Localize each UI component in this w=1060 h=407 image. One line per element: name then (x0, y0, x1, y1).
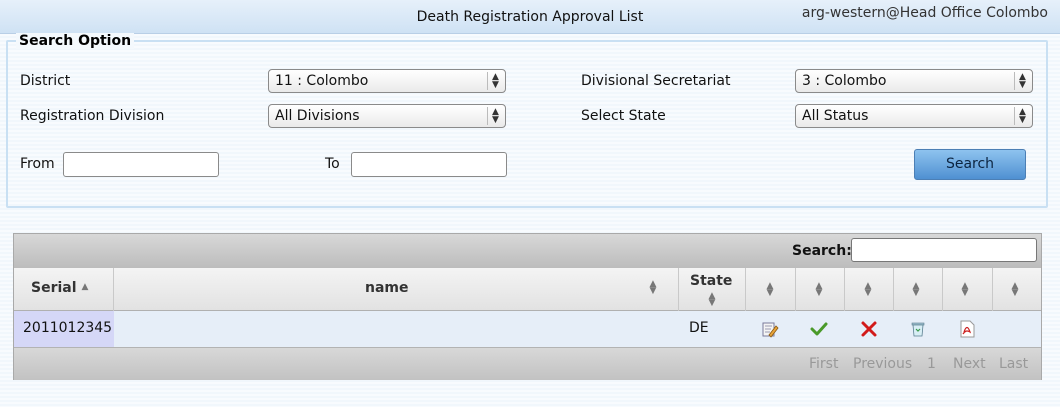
next-page-button[interactable]: Next (953, 356, 986, 372)
division-select-value: All Divisions (275, 108, 360, 124)
column-header-reject[interactable]: ▲ ▼ (845, 268, 894, 311)
table-search-input[interactable] (851, 238, 1037, 262)
table-row[interactable]: 2011012345 DE (14, 311, 1041, 347)
first-page-button[interactable]: First (809, 356, 838, 372)
sort-both-icon: ▲ ▼ (649, 279, 657, 296)
state-value: DE (689, 320, 709, 336)
ds-select[interactable]: 3 : Colombo ▲ ▼ (795, 69, 1033, 93)
district-label: District (20, 73, 71, 89)
page-number-button[interactable]: 1 (927, 356, 936, 372)
state-select-value: All Status (802, 108, 869, 124)
column-header-serial[interactable]: Serial ▲ (14, 268, 114, 311)
state-select[interactable]: All Status ▲ ▼ (795, 104, 1033, 128)
user-info: arg-western@Head Office Colombo (801, 5, 1048, 21)
from-label: From (20, 156, 55, 172)
serial-value: 2011012345 (23, 320, 113, 336)
column-header-edit[interactable]: ▲ ▼ (746, 268, 796, 311)
table-toolbar: Search: (14, 234, 1041, 268)
column-header-state[interactable]: State ▲ ▼ (679, 268, 746, 311)
previous-page-button[interactable]: Previous (853, 356, 912, 372)
title-bar: Death Registration Approval List arg-wes… (0, 0, 1060, 34)
pagination-bar: First Previous 1 Next Last (14, 347, 1041, 380)
sort-both-icon: ▲ ▼ (708, 291, 716, 308)
delete-bin-icon[interactable] (909, 320, 927, 338)
from-date-input[interactable] (63, 152, 219, 177)
cell-serial: 2011012345 (14, 311, 114, 347)
sort-both-icon: ▲ ▼ (864, 281, 872, 298)
approve-check-icon[interactable] (810, 320, 828, 338)
column-header-delete[interactable]: ▲ ▼ (894, 268, 943, 311)
column-header-print[interactable]: ▲ ▼ (943, 268, 993, 311)
column-state-label: State (690, 273, 733, 289)
district-select[interactable]: 11 : Colombo ▲ ▼ (268, 69, 506, 93)
column-serial-label: Serial (31, 280, 77, 296)
state-label: Select State (581, 108, 666, 124)
edit-icon[interactable] (761, 320, 779, 338)
to-date-input[interactable] (351, 152, 507, 177)
sort-both-icon: ▲ ▼ (766, 281, 774, 298)
sort-both-icon: ▲ ▼ (961, 281, 969, 298)
column-name-label: name (365, 280, 409, 296)
division-select[interactable]: All Divisions ▲ ▼ (268, 104, 506, 128)
to-label: To (325, 156, 340, 172)
reject-x-icon[interactable] (860, 320, 878, 338)
print-pdf-icon[interactable] (958, 320, 976, 338)
select-arrows-icon: ▲ ▼ (487, 72, 503, 90)
cell-name (114, 311, 679, 347)
search-button[interactable]: Search (914, 149, 1026, 180)
ds-label: Divisional Secretariat (581, 73, 731, 89)
sort-asc-icon: ▲ (81, 282, 89, 292)
select-arrows-icon: ▲ ▼ (487, 107, 503, 125)
approval-table: Search: Serial ▲ name ▲ ▼ State ▲ ▼ ▲ ▼ ▲ ▼ … (13, 233, 1042, 380)
sort-both-icon: ▲ ▼ (815, 281, 823, 298)
column-header-name[interactable]: name ▲ ▼ (114, 268, 679, 311)
table-search-label: Search: (792, 243, 852, 259)
select-arrows-icon: ▲ ▼ (1014, 107, 1030, 125)
search-option-legend: Search Option (16, 33, 135, 49)
last-page-button[interactable]: Last (999, 356, 1028, 372)
column-header-extra[interactable]: ▲ ▼ (993, 268, 1041, 311)
division-label: Registration Division (20, 108, 165, 124)
table-header: Serial ▲ name ▲ ▼ State ▲ ▼ ▲ ▼ ▲ ▼ ▲ ▼ ▲ ▼ ▲ ▼… (14, 268, 1041, 311)
ds-select-value: 3 : Colombo (802, 73, 887, 89)
cell-state: DE (679, 311, 746, 347)
column-header-approve[interactable]: ▲ ▼ (796, 268, 845, 311)
sort-both-icon: ▲ ▼ (1011, 281, 1019, 298)
select-arrows-icon: ▲ ▼ (1014, 72, 1030, 90)
district-select-value: 11 : Colombo (275, 73, 369, 89)
sort-both-icon: ▲ ▼ (912, 281, 920, 298)
